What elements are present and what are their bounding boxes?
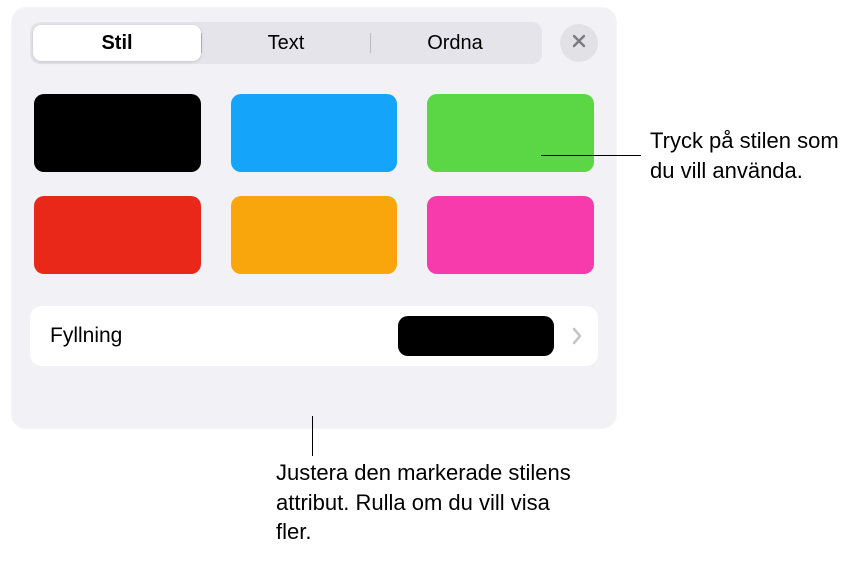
style-swatch-orange[interactable]	[231, 196, 398, 274]
style-swatch-pink[interactable]	[427, 196, 594, 274]
callout-top: Tryck på stilen som du vill använda.	[650, 126, 850, 185]
callout-line-bottom	[312, 416, 313, 456]
panel-header: Stil Text Ordna	[30, 22, 598, 64]
style-swatch-grid	[30, 88, 598, 274]
callout-bottom-text: Justera den markerade stilens attribut. …	[276, 460, 571, 544]
tab-ordna-label: Ordna	[427, 32, 483, 55]
chevron-right-icon	[566, 326, 588, 346]
tab-text[interactable]: Text	[202, 25, 370, 61]
callout-line-top	[541, 155, 641, 156]
fill-color-swatch[interactable]	[398, 316, 554, 356]
close-button[interactable]	[560, 24, 598, 62]
tab-ordna[interactable]: Ordna	[371, 25, 539, 61]
callout-top-text: Tryck på stilen som du vill använda.	[650, 128, 839, 183]
tab-stil-label: Stil	[101, 32, 132, 55]
fill-row[interactable]: Fyllning	[30, 306, 598, 366]
style-swatch-red[interactable]	[34, 196, 201, 274]
tab-text-label: Text	[268, 32, 305, 55]
segmented-control: Stil Text Ordna	[30, 22, 542, 64]
style-swatch-blue[interactable]	[231, 94, 398, 172]
callout-bottom: Justera den markerade stilens attribut. …	[276, 458, 576, 547]
format-panel: Stil Text Ordna Fyllning	[12, 8, 616, 428]
close-icon	[571, 33, 587, 54]
style-swatch-black[interactable]	[34, 94, 201, 172]
fill-label: Fyllning	[50, 324, 386, 348]
tab-stil[interactable]: Stil	[33, 25, 201, 61]
style-swatch-green[interactable]	[427, 94, 594, 172]
